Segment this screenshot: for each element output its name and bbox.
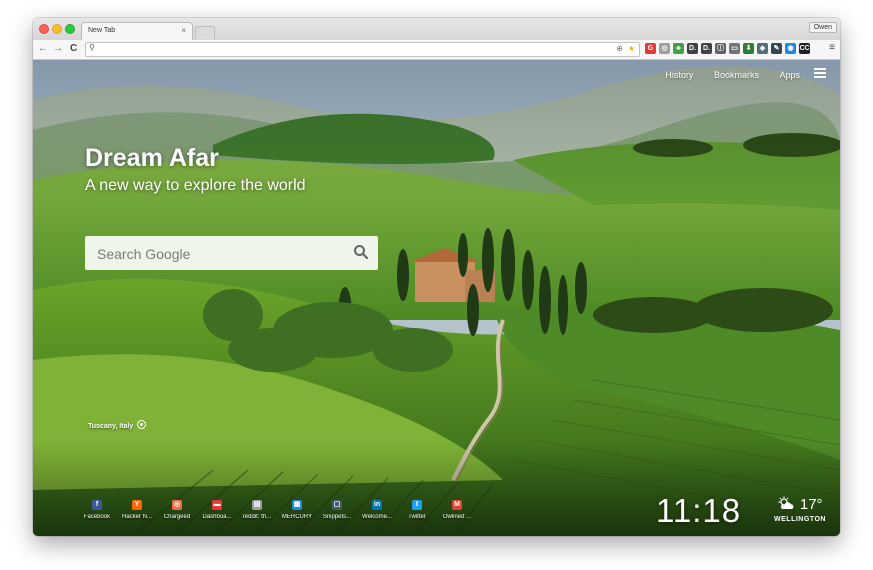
bookmark-star-icon[interactable]: ★ xyxy=(628,44,635,53)
shortcut-item[interactable]: ▢ Snippets... xyxy=(317,500,357,520)
d-extension-icon[interactable]: D. xyxy=(687,43,698,54)
shortcut-label: Twitter xyxy=(408,514,426,520)
top-navigation: History Bookmarks Apps xyxy=(647,70,828,80)
shortcut-label: Dashboa... xyxy=(202,514,232,520)
shortcut-label: Welcome... xyxy=(362,514,392,520)
shortcut-label: Facebook xyxy=(83,514,111,520)
close-window-button[interactable] xyxy=(39,24,49,34)
profile-button[interactable]: Owen xyxy=(808,22,837,33)
address-bar[interactable]: ⚲ ⊕ ★ xyxy=(85,42,640,57)
shortcut-label: Chargeed xyxy=(163,514,191,520)
shortcut-item[interactable]: ▦ MERCURY xyxy=(277,500,317,520)
bookmarks-link[interactable]: Bookmarks xyxy=(714,70,759,80)
minimize-window-button[interactable] xyxy=(52,24,62,34)
shortcut-favicon-icon: ▤ xyxy=(252,500,262,510)
browser-window: New Tab × Owen ← → C ⚲ ⊕ ★ G ◎ ♣ D. D. ⓘ ▭ ⬇ ◈ ✎ ◉… xyxy=(33,18,840,536)
browser-toolbar: ← → C ⚲ ⊕ ★ G ◎ ♣ D. D. ⓘ ▭ ⬇ ◈ ✎ ◉ CC ≡ xyxy=(33,40,840,60)
location-text: Tuscany, Italy xyxy=(88,423,134,430)
page-title: Dream Afar xyxy=(85,144,219,172)
clock: 11:18 xyxy=(656,492,742,529)
shortcut-favicon-icon: ▬ xyxy=(212,500,222,510)
location-label[interactable]: Tuscany, Italy xyxy=(88,420,147,430)
back-button[interactable]: ← xyxy=(38,42,48,56)
search-icon: ⚲ xyxy=(89,43,95,52)
shortcut-favicon-icon: ▦ xyxy=(292,500,302,510)
shortcut-favicon-icon: f xyxy=(92,500,102,510)
shortcut-favicon-icon: ▢ xyxy=(332,500,342,510)
search-box xyxy=(85,236,378,270)
forward-button[interactable]: → xyxy=(53,42,63,56)
camera-extension-icon[interactable]: ◉ xyxy=(785,43,796,54)
shortcut-favicon-icon: t xyxy=(412,500,422,510)
info-extension-icon[interactable]: ⓘ xyxy=(715,43,726,54)
shortcut-favicon-icon: ◎ xyxy=(172,500,182,510)
weather-temperature: 17° xyxy=(799,496,823,513)
apps-link[interactable]: Apps xyxy=(779,70,800,80)
title-bar: New Tab × Owen xyxy=(33,18,840,41)
weather-widget[interactable]: 17° WELLINGTON xyxy=(770,496,830,523)
history-link[interactable]: History xyxy=(665,70,693,80)
tagline: A new way to explore the world xyxy=(85,177,306,194)
shortcut-item[interactable]: M Owlined ... xyxy=(437,500,477,520)
location-pin-icon xyxy=(137,420,147,429)
search-input[interactable] xyxy=(95,244,349,264)
shortcut-favicon-icon: in xyxy=(372,500,382,510)
g-extension-icon[interactable]: G xyxy=(645,43,656,54)
new-tab-page: History Bookmarks Apps Dream Afar A new … xyxy=(33,60,840,536)
shortcut-item[interactable]: t Twitter xyxy=(397,500,437,520)
shortcut-item[interactable]: in Welcome... xyxy=(357,500,397,520)
tuscany-landscape-background xyxy=(33,60,840,536)
shortcut-item[interactable]: f Facebook xyxy=(77,500,117,520)
tab-close-icon[interactable]: × xyxy=(181,26,186,35)
weather-city: WELLINGTON xyxy=(774,516,826,523)
cc-extension-icon[interactable]: CC xyxy=(799,43,810,54)
shortcut-item[interactable]: ▬ Dashboa... xyxy=(197,500,237,520)
shortcut-label: Snippets... xyxy=(322,514,352,520)
pocket-extension-icon[interactable]: ◈ xyxy=(757,43,768,54)
target-icon[interactable]: ⊕ xyxy=(616,44,623,53)
shortcut-item[interactable]: Y Hacker N... xyxy=(117,500,157,520)
shortcut-favicon-icon: M xyxy=(452,500,462,510)
shortcut-label: MERCURY xyxy=(281,514,313,520)
eye-extension-icon[interactable]: ◎ xyxy=(659,43,670,54)
evernote-extension-icon[interactable]: ♣ xyxy=(673,43,684,54)
hamburger-menu-icon[interactable] xyxy=(814,68,826,80)
d2-extension-icon[interactable]: D. xyxy=(701,43,712,54)
cast-extension-icon[interactable]: ▭ xyxy=(729,43,740,54)
shortcut-label: Hacker N... xyxy=(121,514,152,520)
new-tab-button[interactable] xyxy=(195,26,215,39)
tab-title: New Tab xyxy=(88,27,116,34)
search-icon[interactable] xyxy=(353,244,369,260)
maximize-window-button[interactable] xyxy=(65,24,75,34)
shortcut-item[interactable]: ◎ Chargeed xyxy=(157,500,197,520)
reload-button[interactable]: C xyxy=(70,42,77,56)
chrome-menu-button[interactable]: ≡ xyxy=(829,42,835,53)
shortcut-item[interactable]: ▤ reddit: th... xyxy=(237,500,277,520)
partly-cloudy-icon xyxy=(778,496,794,509)
download-extension-icon[interactable]: ⬇ xyxy=(743,43,754,54)
feedly-extension-icon[interactable]: ✎ xyxy=(771,43,782,54)
shortcut-favicon-icon: Y xyxy=(132,500,142,510)
tab-new-tab[interactable]: New Tab × xyxy=(81,22,193,41)
shortcut-label: reddit: th... xyxy=(242,514,272,520)
shortcut-label: Owlined ... xyxy=(442,514,472,520)
